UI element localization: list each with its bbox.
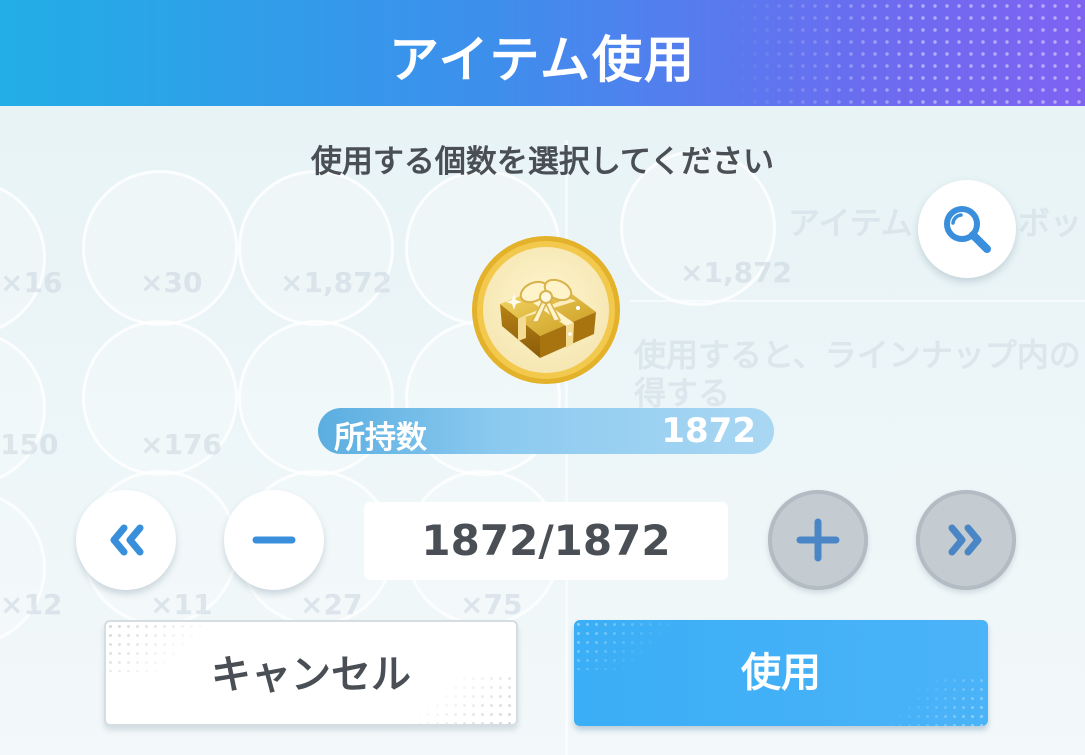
background-item-count: ×1,872 <box>280 266 393 299</box>
cancel-button[interactable]: キャンセル <box>104 620 518 726</box>
background-item-count: 150 <box>0 428 59 461</box>
increment-button[interactable] <box>768 490 868 590</box>
background-item-slot <box>82 170 238 326</box>
background-detail-title-suffix: ボッ <box>1018 204 1083 242</box>
background-item-count: ×12 <box>0 588 63 621</box>
cancel-button-label: キャンセル <box>211 652 411 698</box>
owned-count-value: 1872 <box>661 411 756 451</box>
gold-gift-box-icon <box>470 234 622 386</box>
background-item-count: ×30 <box>140 266 203 299</box>
use-button-label: 使用 <box>741 650 821 696</box>
background-item-slot <box>0 330 46 486</box>
background-detail-description: 使用すると、ラインナップ内の <box>634 336 1081 374</box>
background-item-count: ×11 <box>150 588 213 621</box>
use-button[interactable]: 使用 <box>574 620 988 726</box>
min-quantity-button[interactable] <box>76 490 176 590</box>
dialog-header: アイテム使用 <box>0 0 1085 106</box>
background-item-slot <box>238 170 394 326</box>
background-item-slot <box>0 180 46 336</box>
quantity-display: 1872/1872 <box>364 502 728 580</box>
plus-icon <box>796 518 840 562</box>
background-item-slot <box>0 490 46 646</box>
dialog-title: アイテム使用 <box>389 31 696 89</box>
background-item-count: ×75 <box>460 588 523 621</box>
background-item-count: ×27 <box>300 588 363 621</box>
dialog-instruction: 使用する個数を選択してください <box>310 144 775 180</box>
owned-count-label: 所持数 <box>334 420 427 456</box>
double-chevron-right-icon <box>948 524 982 556</box>
background-divider-line <box>630 300 1085 302</box>
background-item-count: ×16 <box>0 266 63 299</box>
double-chevron-left-icon <box>110 524 144 556</box>
max-quantity-button[interactable] <box>916 490 1016 590</box>
magnifier-icon <box>944 206 991 253</box>
background-item-count: ×176 <box>140 428 222 461</box>
owned-count-bar: 所持数 1872 <box>318 408 774 456</box>
decrement-button[interactable] <box>224 490 324 590</box>
background-item-slot <box>82 320 238 476</box>
background-detail-title: アイテム <box>788 204 913 242</box>
item-detail-button[interactable] <box>918 180 1016 278</box>
item-use-dialog: ×16 ×30 ×1,872 ×1,872 150 ×176 ×12 ×11 ×… <box>0 0 1085 755</box>
background-item-count: ×1,872 <box>680 256 793 289</box>
minus-icon <box>252 536 296 544</box>
